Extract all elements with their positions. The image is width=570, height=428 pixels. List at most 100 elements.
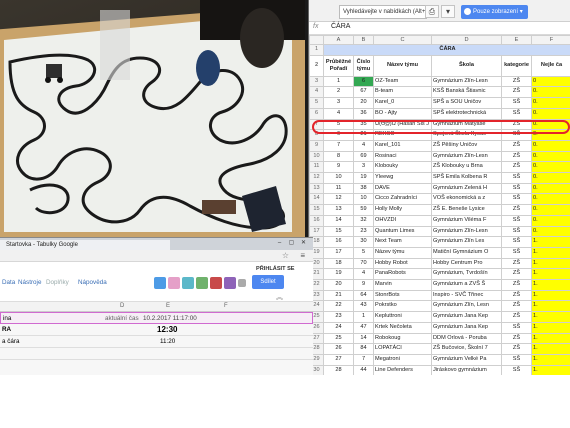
cell-team-name[interactable]: Klobouky [373, 161, 432, 174]
col-header-f[interactable]: F [224, 303, 228, 309]
cell-school[interactable]: Gymnázium, Tvrdošín [431, 268, 502, 281]
cell-category[interactable]: ZŠ [501, 343, 532, 355]
header-nazev[interactable]: Název týmu [373, 54, 432, 77]
table-row[interactable]: 25 23 1 Kepluttroni Gymnázium Jana Kep ZŠ 1. [309, 311, 570, 323]
cell-poradi[interactable]: 19 [323, 268, 354, 281]
cell-best-time[interactable]: 0 [531, 75, 570, 88]
cell-poradi[interactable]: 25 [323, 332, 354, 345]
cell-best-time[interactable]: 1. [531, 257, 570, 270]
cell-team-name[interactable]: PanaRobots [373, 268, 432, 281]
menu-tools[interactable]: Nástroje [18, 279, 41, 286]
menu-help[interactable]: Nápověda [78, 279, 107, 286]
table-row[interactable]: 12 10 19 Yleewg SPŠ Emila Kolbena R SŠ 0. [309, 172, 570, 184]
header-kategorie[interactable]: kategorie [501, 54, 532, 77]
cell-team-name[interactable]: Rosinaci [373, 150, 432, 163]
cell-team-name[interactable]: Yleewg [373, 172, 432, 184]
cell-category[interactable]: ZŠ [501, 311, 532, 323]
cell-cislo[interactable]: 23 [353, 225, 374, 238]
cell-school[interactable]: SPŠ a SOU Uničov [431, 97, 502, 109]
formula-bar[interactable]: fx ČÁRA [309, 22, 570, 35]
cell-school[interactable]: ZŠ E. Beneše Lysice [431, 204, 502, 216]
cell-school[interactable]: Gymnázium Viléma F [431, 214, 502, 227]
cell-category[interactable]: SŠ [501, 353, 532, 366]
table-row[interactable]: RA 12:30 [0, 324, 313, 336]
collapse-icon[interactable]: ︽ [276, 292, 283, 302]
col-header-c[interactable]: C [373, 35, 432, 45]
minimize-icon[interactable]: – [275, 239, 284, 247]
cell-cislo[interactable]: 1 [353, 311, 374, 323]
maximize-icon[interactable]: ▢ [287, 239, 296, 247]
table-row[interactable]: 5 3 20 Karel_0 SPŠ a SOU Uničov SŠ 0. [309, 97, 570, 109]
cell-school[interactable]: Gymnázium a ZVŠ Š [431, 279, 502, 291]
menu-data[interactable]: Data [2, 279, 15, 286]
table-row[interactable]: 27 25 14 Robokoug DDM Orlová - Poruba ZŠ 1. [309, 332, 570, 345]
cell-category[interactable]: ZŠ [501, 150, 532, 163]
cell-cislo[interactable]: 7 [353, 353, 374, 366]
cell-best-time[interactable]: 1. [531, 268, 570, 281]
cell-cislo[interactable]: 3 [353, 161, 374, 174]
cell-poradi[interactable]: 1 [323, 75, 354, 88]
cell-team-name[interactable]: BO - Ajty [373, 107, 432, 120]
cell-cislo[interactable]: 30 [353, 236, 374, 248]
table-row[interactable]: 24 22 43 Pokrstko Gymnázium Zlín, Lesn ZŠ 1. [309, 300, 570, 313]
cell-category[interactable]: ZŠ [501, 86, 532, 99]
table-row[interactable]: 23 21 64 StonrBots Inspiro - SVČ Třinec ZŠ 1. [309, 289, 570, 302]
cell-cislo[interactable]: 32 [353, 214, 374, 227]
cell-school[interactable]: KSŠ Banská Štiavnic [431, 86, 502, 99]
cell-category[interactable]: SŠ [501, 97, 532, 109]
cell-cislo[interactable]: 9 [353, 279, 374, 291]
cell-cislo[interactable]: 47 [353, 321, 374, 334]
col-header-e[interactable]: E [166, 303, 170, 309]
cell-best-time[interactable]: 0. [531, 97, 570, 109]
cell-team-name[interactable]: Cicco Zahradníci [373, 193, 432, 206]
table-row[interactable]: 26 24 47 Krtek Nečoleta Gymnázium Jana Kep SŠ… [309, 321, 570, 334]
person-icon-6[interactable] [224, 277, 236, 289]
cell-poradi[interactable]: 15 [323, 225, 354, 238]
cell-category[interactable]: SŠ [501, 246, 532, 259]
person-icon-5[interactable] [210, 277, 222, 289]
cell-poradi[interactable]: 12 [323, 193, 354, 206]
row-number[interactable]: 10 [309, 150, 324, 163]
cell-category[interactable]: SŠ [501, 214, 532, 227]
menu-search-select[interactable]: Vyhledávejte v nabídkách (Alt+/) [339, 5, 429, 19]
cell-cislo[interactable]: 14 [353, 332, 374, 345]
row-number[interactable]: 5 [309, 97, 324, 109]
cell-team-name[interactable]: Karel_101 [373, 139, 432, 152]
close-icon[interactable]: ✕ [299, 239, 308, 247]
table-row[interactable]: 11 9 3 Klobouky ZŠ Klobouky u Brna ZŠ 0. [309, 161, 570, 174]
comment-icon[interactable] [238, 279, 246, 287]
cell-school[interactable]: Gymnázium Zlín-Lesn [431, 150, 502, 163]
cell-poradi[interactable]: 23 [323, 311, 354, 323]
cell-cislo[interactable]: 36 [353, 107, 374, 120]
cell-poradi[interactable]: 20 [323, 279, 354, 291]
cell-school[interactable]: Jiráskovo gymnázium [431, 364, 502, 375]
cell-poradi[interactable]: 24 [323, 321, 354, 334]
cell-cislo[interactable]: 59 [353, 204, 374, 216]
menu-addons[interactable]: Doplňky [46, 279, 69, 286]
person-icon-4[interactable] [196, 277, 208, 289]
cell-cislo[interactable]: 6 [353, 75, 374, 88]
table-row[interactable]: 21 19 4 PanaRobots Gymnázium, Tvrdošín ZŠ 1. [309, 268, 570, 281]
cell-cislo[interactable]: 70 [353, 257, 374, 270]
person-icon-3[interactable] [182, 277, 194, 289]
cell-best-time[interactable]: 0. [531, 225, 570, 238]
cell-best-time[interactable]: 1. [531, 321, 570, 334]
cell-team-name[interactable]: Quantum Limes [373, 225, 432, 238]
cell-cislo[interactable]: 44 [353, 364, 374, 375]
row-number[interactable]: 16 [309, 214, 324, 227]
table-row[interactable]: 19 17 5 Název týmu Matiční Gymnázium O SŠ 1. [309, 246, 570, 259]
row-number[interactable]: 6 [309, 107, 324, 120]
cell-category[interactable]: ZŠ [501, 161, 532, 174]
cell-school[interactable]: Gymnázium Zlín, Lesn [431, 300, 502, 313]
sign-in-link[interactable]: PŘIHLÁSIT SE [256, 266, 295, 272]
cell-poradi[interactable]: 11 [323, 182, 354, 195]
table-row[interactable] [0, 348, 313, 360]
cell-category[interactable]: ZŠ [501, 204, 532, 216]
cell-team-name[interactable]: Next Team [373, 236, 432, 248]
cell-team-name[interactable]: StonrBots [373, 289, 432, 302]
table-row[interactable]: 6 4 36 BO - Ajty SPŠ elektrotechnická SŠ 0. [309, 107, 570, 120]
cell-team-name[interactable]: Kepluttroni [373, 311, 432, 323]
print-icon[interactable]: ⎙ [425, 5, 439, 18]
cell-cislo[interactable]: 4 [353, 139, 374, 152]
table-row[interactable]: 9 7 4 Karel_101 ZŠ Pěšiny Uničov ZŠ 0. [309, 139, 570, 152]
